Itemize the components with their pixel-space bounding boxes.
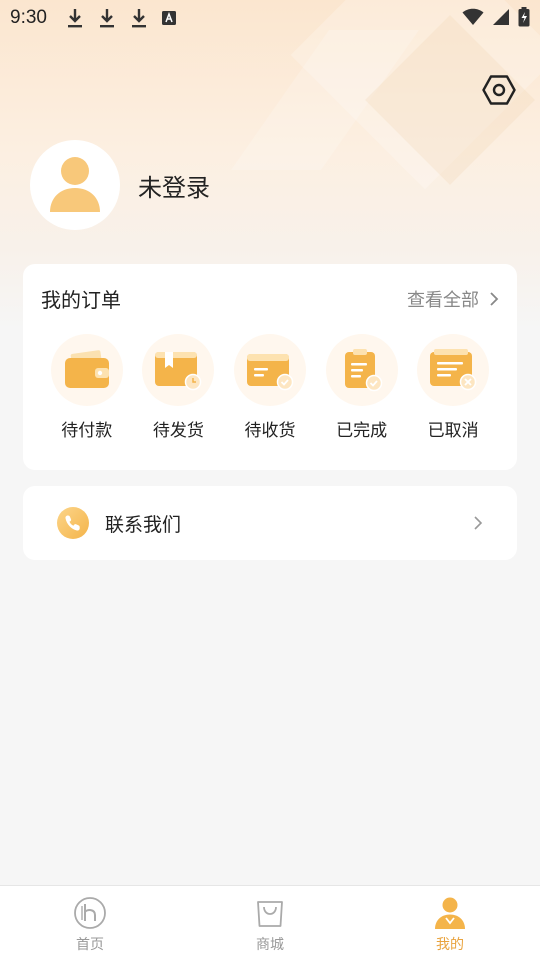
order-label: 已完成 <box>336 421 388 441</box>
home-logo-icon <box>74 897 106 929</box>
shopping-bag-icon <box>257 901 283 927</box>
order-status-to-receive[interactable]: 待收货 <box>224 334 316 441</box>
profile-icon <box>435 897 465 929</box>
clipboard-check-icon <box>344 349 382 392</box>
view-all-orders-link[interactable]: 查看全部 <box>407 286 499 312</box>
contact-us-row[interactable]: 联系我们 <box>23 486 517 560</box>
order-status-cancelled[interactable]: 已取消 <box>407 334 499 441</box>
hexagon-settings-icon <box>482 75 516 105</box>
order-label: 待发货 <box>152 421 204 441</box>
tab-mall[interactable]: 商城 <box>180 886 360 960</box>
wallet-icon <box>64 350 109 388</box>
download-icon <box>99 9 114 28</box>
username-label[interactable]: 未登录 <box>138 168 210 203</box>
avatar[interactable] <box>30 140 120 230</box>
settings-button[interactable] <box>481 72 517 108</box>
order-status-completed[interactable]: 已完成 <box>316 334 408 441</box>
chevron-right-icon <box>474 516 483 530</box>
order-label: 待收货 <box>244 421 296 441</box>
order-status-pending-payment[interactable]: 待付款 <box>41 334 133 441</box>
tab-label: 首页 <box>76 937 104 953</box>
status-bar: 9:30 <box>0 0 540 36</box>
contact-us-label: 联系我们 <box>105 513 182 536</box>
order-label: 待付款 <box>61 421 113 441</box>
bottom-tab-bar: 首页 商城 我的 <box>0 885 540 960</box>
card-check-icon <box>246 354 294 391</box>
tab-mine[interactable]: 我的 <box>360 886 540 960</box>
orders-card: 我的订单 查看全部 待付款 待发货 待收货 已完成 已取消 <box>23 264 517 470</box>
chevron-right-icon <box>490 291 499 306</box>
user-avatar-icon <box>50 157 100 212</box>
receipt-cancel-icon <box>430 349 477 391</box>
view-all-label: 查看全部 <box>407 289 479 311</box>
orders-title: 我的订单 <box>41 288 121 312</box>
download-icon <box>131 9 146 28</box>
download-icon <box>67 9 82 28</box>
font-a-icon <box>161 11 176 25</box>
tab-home[interactable]: 首页 <box>0 886 180 960</box>
package-clock-icon <box>155 352 202 391</box>
battery-charging-icon <box>518 7 530 27</box>
order-label: 已取消 <box>427 421 479 441</box>
order-status-to-ship[interactable]: 待发货 <box>133 334 225 441</box>
status-time: 9:30 <box>10 7 47 28</box>
tab-label: 商城 <box>256 937 284 953</box>
profile-section[interactable]: 未登录 <box>30 140 210 230</box>
signal-icon <box>493 9 509 25</box>
wifi-icon <box>462 8 484 25</box>
phone-icon <box>57 507 89 539</box>
tab-label: 我的 <box>436 937 464 953</box>
